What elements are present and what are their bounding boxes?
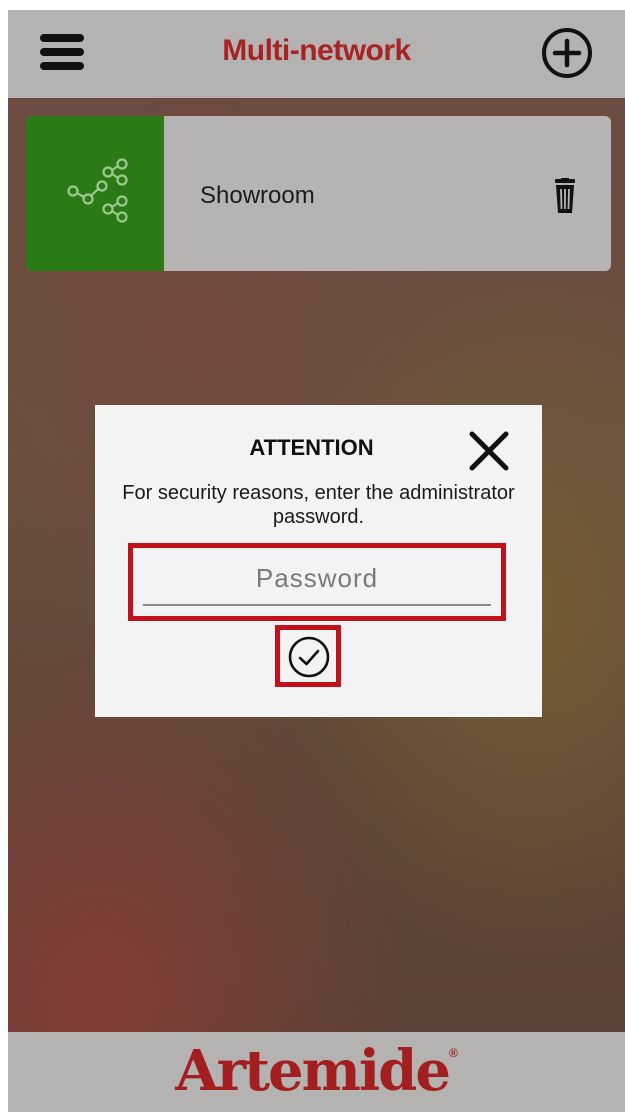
confirm-button[interactable] (275, 625, 341, 687)
attention-dialog: ATTENTION For security reasons, enter th… (95, 405, 542, 717)
network-card-showroom[interactable]: Showroom (26, 116, 611, 271)
plus-circle-icon[interactable] (540, 26, 594, 80)
password-input[interactable] (143, 552, 491, 606)
app-screen: Multi-network Showroom ATTENTION For sec… (8, 10, 625, 1112)
page-title: Multi-network (222, 34, 411, 67)
password-field-highlight (128, 543, 506, 621)
close-icon[interactable] (465, 427, 513, 475)
brand-footer: Artemide® (8, 1032, 625, 1112)
artemide-logo: Artemide® (8, 1038, 625, 1104)
network-icon-tile (26, 116, 164, 271)
registered-mark: ® (448, 1046, 458, 1060)
trash-icon[interactable] (552, 178, 578, 214)
check-circle-icon (288, 636, 330, 678)
share-network-icon (67, 158, 128, 223)
dialog-title: ATTENTION (249, 435, 374, 460)
dialog-message: For security reasons, enter the administ… (122, 482, 515, 528)
brand-name: Artemide (175, 1038, 451, 1104)
network-name: Showroom (200, 182, 315, 209)
app-header: Multi-network (8, 10, 625, 98)
